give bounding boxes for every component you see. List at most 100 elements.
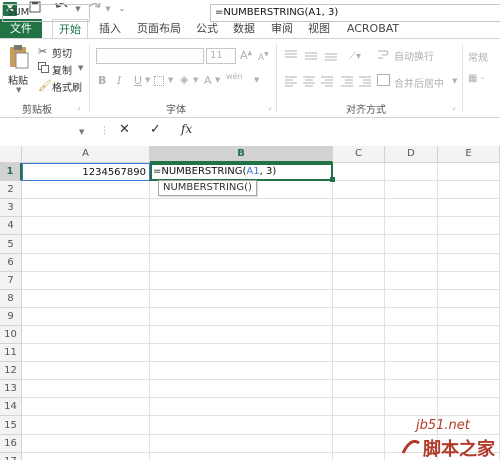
number-format-combo[interactable]: 常规 [468, 49, 488, 64]
fill-handle[interactable] [330, 177, 335, 182]
cell-d2[interactable] [385, 181, 438, 199]
underline-dropdown-icon[interactable]: ▼ [145, 76, 150, 84]
cut-button[interactable]: 剪切 [52, 45, 72, 60]
cell-c1[interactable] [333, 163, 385, 181]
paste-button[interactable]: 粘贴 [8, 72, 34, 87]
column-header-e[interactable]: E [438, 146, 500, 163]
row-header-1[interactable]: 1 [0, 163, 22, 181]
borders-icon[interactable] [154, 76, 164, 86]
redo-dropdown-icon[interactable]: ▼ [103, 1, 113, 17]
cell-a1[interactable]: 1234567890 [22, 163, 150, 181]
row-header-15[interactable]: 15 [0, 416, 22, 435]
cell-b17[interactable] [150, 453, 333, 460]
customize-quick-access-icon[interactable]: ⌄ [116, 1, 128, 17]
cell-e12[interactable] [438, 362, 500, 380]
cell-e1[interactable] [438, 163, 500, 181]
fill-color-icon[interactable]: ◈ [180, 73, 188, 86]
cell-b15[interactable] [150, 416, 333, 435]
paste-icon[interactable] [8, 44, 30, 70]
formula-input[interactable]: =NUMBERSTRING(A1, 3) [210, 4, 500, 22]
cell-a17[interactable] [22, 453, 150, 460]
cell-b11[interactable] [150, 344, 333, 362]
cell-e2[interactable] [438, 181, 500, 199]
cell-c14[interactable] [333, 398, 385, 416]
row-header-10[interactable]: 10 [0, 326, 22, 344]
cell-c7[interactable] [333, 272, 385, 290]
cell-d5[interactable] [385, 235, 438, 254]
merge-dropdown-icon[interactable]: ▼ [452, 77, 457, 85]
phonetic-dropdown-icon[interactable]: ▼ [254, 76, 259, 84]
cell-e3[interactable] [438, 199, 500, 217]
cell-d13[interactable] [385, 380, 438, 398]
row-header-11[interactable]: 11 [0, 344, 22, 362]
cell-b14[interactable] [150, 398, 333, 416]
tab-page-layout[interactable]: 页面布局 [133, 19, 185, 38]
cell-e11[interactable] [438, 344, 500, 362]
column-header-c[interactable]: C [333, 146, 385, 163]
font-size-combo[interactable]: 11 [206, 48, 236, 64]
shrink-font-icon[interactable]: A▼ [258, 51, 269, 63]
row-header-6[interactable]: 6 [0, 254, 22, 272]
row-header-12[interactable]: 12 [0, 362, 22, 380]
cell-e4[interactable] [438, 217, 500, 235]
cell-e7[interactable] [438, 272, 500, 290]
fill-dropdown-icon[interactable]: ▼ [193, 76, 198, 84]
cell-c12[interactable] [333, 362, 385, 380]
column-header-d[interactable]: D [385, 146, 438, 163]
cell-a3[interactable] [22, 199, 150, 217]
font-color-dropdown-icon[interactable]: ▼ [215, 76, 220, 84]
wrap-text-button[interactable]: 自动换行 [394, 48, 434, 63]
tab-home[interactable]: 开始 [52, 19, 88, 39]
cell-d6[interactable] [385, 254, 438, 272]
cell-b6[interactable] [150, 254, 333, 272]
cell-e6[interactable] [438, 254, 500, 272]
row-header-9[interactable]: 9 [0, 308, 22, 326]
cell-b13[interactable] [150, 380, 333, 398]
cell-a11[interactable] [22, 344, 150, 362]
cell-e10[interactable] [438, 326, 500, 344]
italic-button[interactable]: I [117, 74, 121, 87]
row-header-8[interactable]: 8 [0, 290, 22, 308]
cell-c4[interactable] [333, 217, 385, 235]
accounting-format-icon[interactable]: ▦ - [468, 73, 484, 84]
copy-dropdown-icon[interactable]: ▼ [78, 64, 83, 72]
cell-a14[interactable] [22, 398, 150, 416]
cell-e8[interactable] [438, 290, 500, 308]
name-box-dropdown-icon[interactable]: ▼ [79, 128, 84, 136]
cell-c15[interactable] [333, 416, 385, 435]
cell-a5[interactable] [22, 235, 150, 254]
alignment-launcher-icon[interactable]: ⌟ [452, 103, 455, 111]
merge-center-button[interactable]: 合并后居中 [394, 75, 444, 90]
vertical-align-buttons[interactable]: ⟋▾ [283, 48, 391, 62]
cell-d12[interactable] [385, 362, 438, 380]
cell-c6[interactable] [333, 254, 385, 272]
clipboard-launcher-icon[interactable]: ⌟ [77, 103, 80, 111]
row-header-4[interactable]: 4 [0, 217, 22, 235]
font-name-combo[interactable] [96, 48, 204, 64]
cell-c5[interactable] [333, 235, 385, 254]
cell-b4[interactable] [150, 217, 333, 235]
cell-b9[interactable] [150, 308, 333, 326]
row-header-3[interactable]: 3 [0, 199, 22, 217]
horizontal-align-buttons[interactable] [283, 74, 373, 88]
cell-d7[interactable] [385, 272, 438, 290]
cell-a15[interactable] [22, 416, 150, 435]
cell-a2[interactable] [22, 181, 150, 199]
cell-d10[interactable] [385, 326, 438, 344]
cell-a10[interactable] [22, 326, 150, 344]
cell-a6[interactable] [22, 254, 150, 272]
row-header-16[interactable]: 16 [0, 435, 22, 453]
phonetic-guide-button[interactable]: wén [226, 72, 243, 81]
paste-dropdown-icon[interactable]: ▼ [16, 86, 21, 94]
bold-button[interactable]: B [98, 74, 106, 87]
cell-c17[interactable] [333, 453, 385, 460]
cell-d14[interactable] [385, 398, 438, 416]
font-color-button[interactable]: A [204, 74, 212, 87]
cell-e9[interactable] [438, 308, 500, 326]
row-header-5[interactable]: 5 [0, 235, 22, 254]
row-header-14[interactable]: 14 [0, 398, 22, 416]
row-header-7[interactable]: 7 [0, 272, 22, 290]
row-header-17[interactable]: 17 [0, 453, 22, 460]
cell-d11[interactable] [385, 344, 438, 362]
select-all-corner[interactable] [0, 146, 22, 163]
